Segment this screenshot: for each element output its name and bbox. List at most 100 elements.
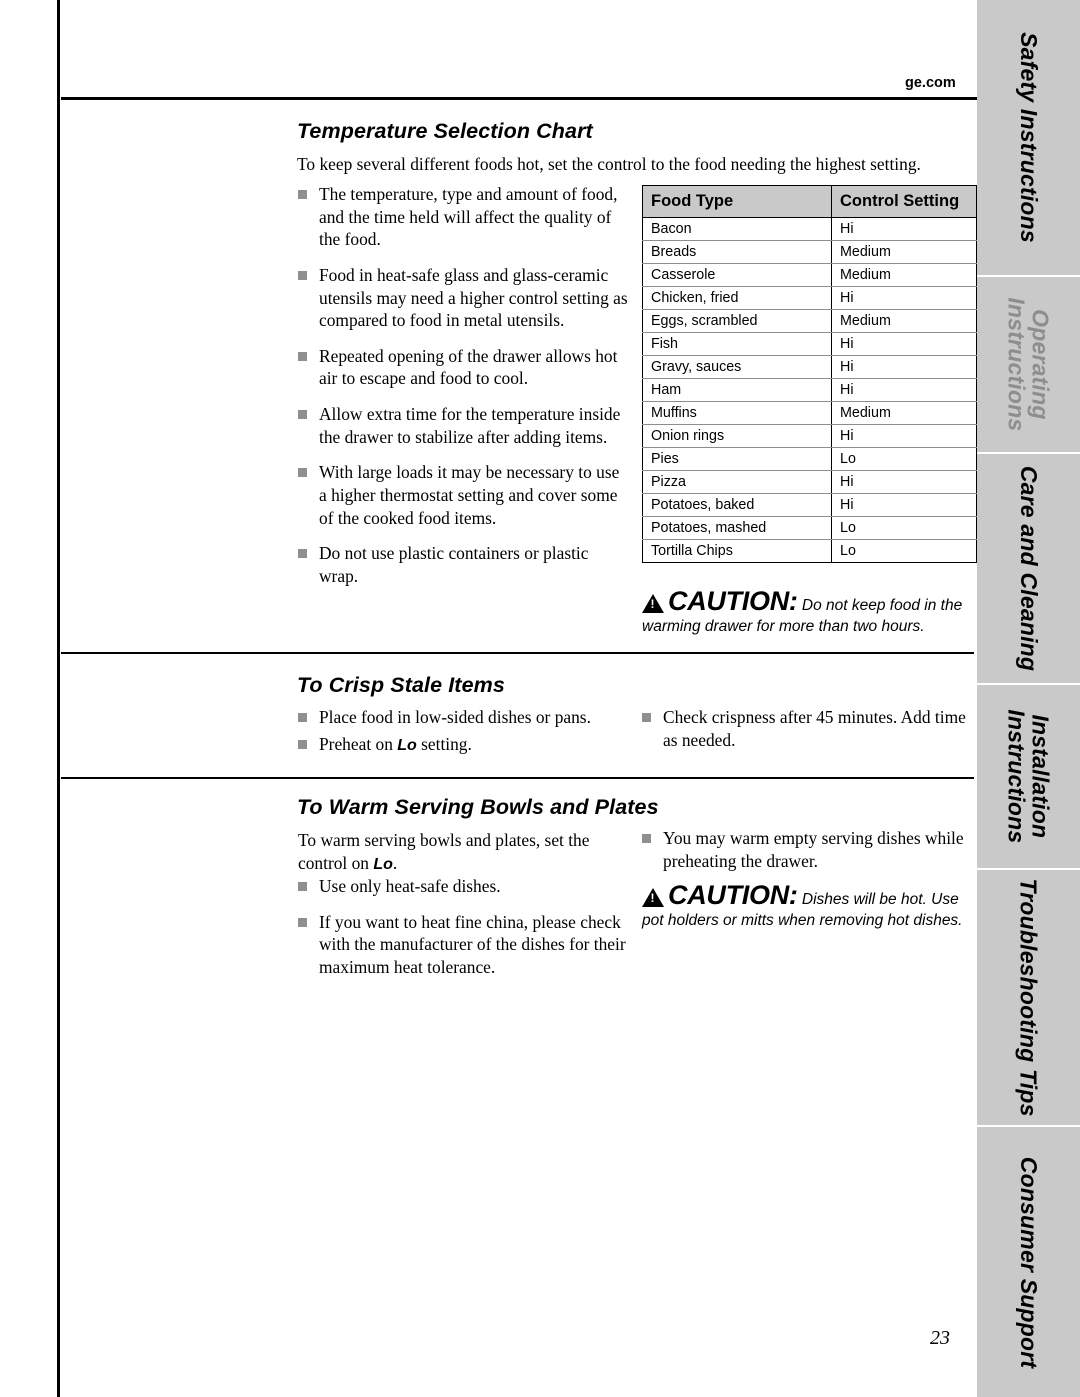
cell-control-setting: Hi <box>831 470 977 494</box>
warning-triangle-icon <box>642 888 664 907</box>
cell-food-type: Onion rings <box>642 424 832 448</box>
temperature-selection-table-wrapper: Food Type Control Setting Bacon Hi Breads… <box>642 185 977 563</box>
caution-text-rest: pot holders or mitts when removing hot d… <box>642 912 963 929</box>
caution-text-inline: Dishes will be hot. Use <box>797 891 959 908</box>
sidebar-tab-operating-instructions[interactable]: Operating Instructions <box>977 277 1080 452</box>
cell-food-type: Potatoes, mashed <box>642 516 832 540</box>
table-row: Fish Hi <box>642 332 977 356</box>
temperature-selection-table: Food Type Control Setting Bacon Hi Breads… <box>642 185 977 563</box>
cell-food-type: Muffins <box>642 401 832 425</box>
section-divider-2 <box>61 777 974 779</box>
column-header-food-type: Food Type <box>642 185 832 218</box>
list-item: Do not use plastic containers or plastic… <box>298 542 628 587</box>
cell-food-type: Bacon <box>642 217 832 241</box>
table-row: Eggs, scrambled Medium <box>642 309 977 333</box>
sidebar-tab-label: Consumer Support <box>1016 1156 1043 1368</box>
cell-food-type: Pies <box>642 447 832 471</box>
cell-control-setting: Hi <box>831 355 977 379</box>
crisp-bullet-list-left: Place food in low-sided dishes or pans. … <box>298 706 618 760</box>
table-row: Ham Hi <box>642 378 977 402</box>
list-item: Place food in low-sided dishes or pans. <box>298 706 618 729</box>
sidebar-tab-consumer-support[interactable]: Consumer Support <box>977 1127 1080 1397</box>
manual-page: Safety Instructions Operating Instruction… <box>0 0 1080 1397</box>
caution-word: CAUTION: <box>668 880 798 910</box>
list-item: Use only heat-safe dishes. <box>298 875 628 898</box>
table-row: Gravy, sauces Hi <box>642 355 977 379</box>
cell-food-type: Breads <box>642 240 832 264</box>
cell-food-type: Tortilla Chips <box>642 539 832 563</box>
warm-bullet-list-left: Use only heat-safe dishes. If you want t… <box>298 875 628 992</box>
cell-control-setting: Medium <box>831 263 977 287</box>
cell-control-setting: Medium <box>831 309 977 333</box>
cell-control-setting: Lo <box>831 447 977 471</box>
table-row: Bacon Hi <box>642 217 977 241</box>
cell-control-setting: Hi <box>831 378 977 402</box>
section-title-crisp: To Crisp Stale Items <box>297 673 505 697</box>
cell-control-setting: Lo <box>831 539 977 563</box>
section-title-warm-bowls: To Warm Serving Bowls and Plates <box>297 795 659 819</box>
table-row: Pizza Hi <box>642 470 977 494</box>
sidebar-tab-label: Troubleshooting Tips <box>1016 878 1043 1117</box>
page-number: 23 <box>930 1327 950 1349</box>
section-title-temperature: Temperature Selection Chart <box>297 119 593 143</box>
sidebar-tab-troubleshooting-tips[interactable]: Troubleshooting Tips <box>977 870 1080 1125</box>
list-item: Repeated opening of the drawer allows ho… <box>298 345 628 390</box>
header-rule <box>61 97 977 100</box>
list-item: Check crispness after 45 minutes. Add ti… <box>642 706 977 751</box>
table-row: Casserole Medium <box>642 263 977 287</box>
temperature-intro-text: To keep several different foods hot, set… <box>297 154 921 174</box>
column-header-control-setting: Control Setting <box>831 185 977 218</box>
warning-triangle-icon <box>642 594 664 613</box>
cell-control-setting: Hi <box>831 286 977 310</box>
cell-control-setting: Medium <box>831 401 977 425</box>
table-row: Pies Lo <box>642 447 977 471</box>
side-tab-column: Safety Instructions Operating Instruction… <box>977 0 1080 1397</box>
sidebar-tab-label: Operating Instructions <box>1003 297 1054 432</box>
sidebar-tab-safety-instructions[interactable]: Safety Instructions <box>977 0 1080 275</box>
table-row: Breads Medium <box>642 240 977 264</box>
caution-block-hot-dishes: CAUTION: Dishes will be hot. Use pot hol… <box>642 880 987 931</box>
list-item: Allow extra time for the temperature ins… <box>298 403 628 448</box>
caution-text-rest: warming drawer for more than two hours. <box>642 618 925 635</box>
table-row: Potatoes, mashed Lo <box>642 516 977 540</box>
list-item: You may warm empty serving dishes while … <box>642 827 977 872</box>
warm-bullet-list-right: You may warm empty serving dishes while … <box>642 827 977 885</box>
sidebar-tab-label: Care and Cleaning <box>1016 465 1042 672</box>
cell-control-setting: Hi <box>831 493 977 517</box>
list-item: Food in heat-safe glass and glass-cerami… <box>298 264 628 332</box>
cell-food-type: Fish <box>642 332 832 356</box>
cell-food-type: Chicken, fried <box>642 286 832 310</box>
cell-control-setting: Hi <box>831 424 977 448</box>
page-content: Temperature Selection Chart To keep seve… <box>57 0 977 1397</box>
table-header-row: Food Type Control Setting <box>642 185 977 218</box>
cell-control-setting: Hi <box>831 217 977 241</box>
list-item: The temperature, type and amount of food… <box>298 183 628 251</box>
table-row: Chicken, fried Hi <box>642 286 977 310</box>
table-row: Tortilla Chips Lo <box>642 539 977 563</box>
caution-text-inline: Do not keep food in the <box>797 597 963 614</box>
lo-setting-label: Lo <box>397 736 417 754</box>
list-item: With large loads it may be necessary to … <box>298 461 628 529</box>
table-row: Potatoes, baked Hi <box>642 493 977 517</box>
list-item: Preheat on Lo setting. <box>298 733 618 757</box>
cell-control-setting: Medium <box>831 240 977 264</box>
lo-setting-label: Lo <box>373 855 393 873</box>
sidebar-tab-installation-instructions[interactable]: Installation Instructions <box>977 685 1080 868</box>
section-divider-1 <box>61 652 974 654</box>
cell-control-setting: Lo <box>831 516 977 540</box>
sidebar-tab-label: Installation Instructions <box>1003 709 1054 844</box>
cell-food-type: Pizza <box>642 470 832 494</box>
temperature-bullet-list: The temperature, type and amount of food… <box>298 183 628 600</box>
warm-intro-text: To warm serving bowls and plates, set th… <box>298 830 590 873</box>
cell-food-type: Gravy, sauces <box>642 355 832 379</box>
sidebar-tab-label: Safety Instructions <box>1016 32 1043 243</box>
cell-control-setting: Hi <box>831 332 977 356</box>
cell-food-type: Ham <box>642 378 832 402</box>
caution-block-food-hours: CAUTION: Do not keep food in the warming… <box>642 586 987 637</box>
table-row: Muffins Medium <box>642 401 977 425</box>
cell-food-type: Potatoes, baked <box>642 493 832 517</box>
caution-word: CAUTION: <box>668 586 798 616</box>
crisp-bullet-list-right: Check crispness after 45 minutes. Add ti… <box>642 706 977 764</box>
table-row: Onion rings Hi <box>642 424 977 448</box>
sidebar-tab-care-and-cleaning[interactable]: Care and Cleaning <box>977 454 1080 683</box>
